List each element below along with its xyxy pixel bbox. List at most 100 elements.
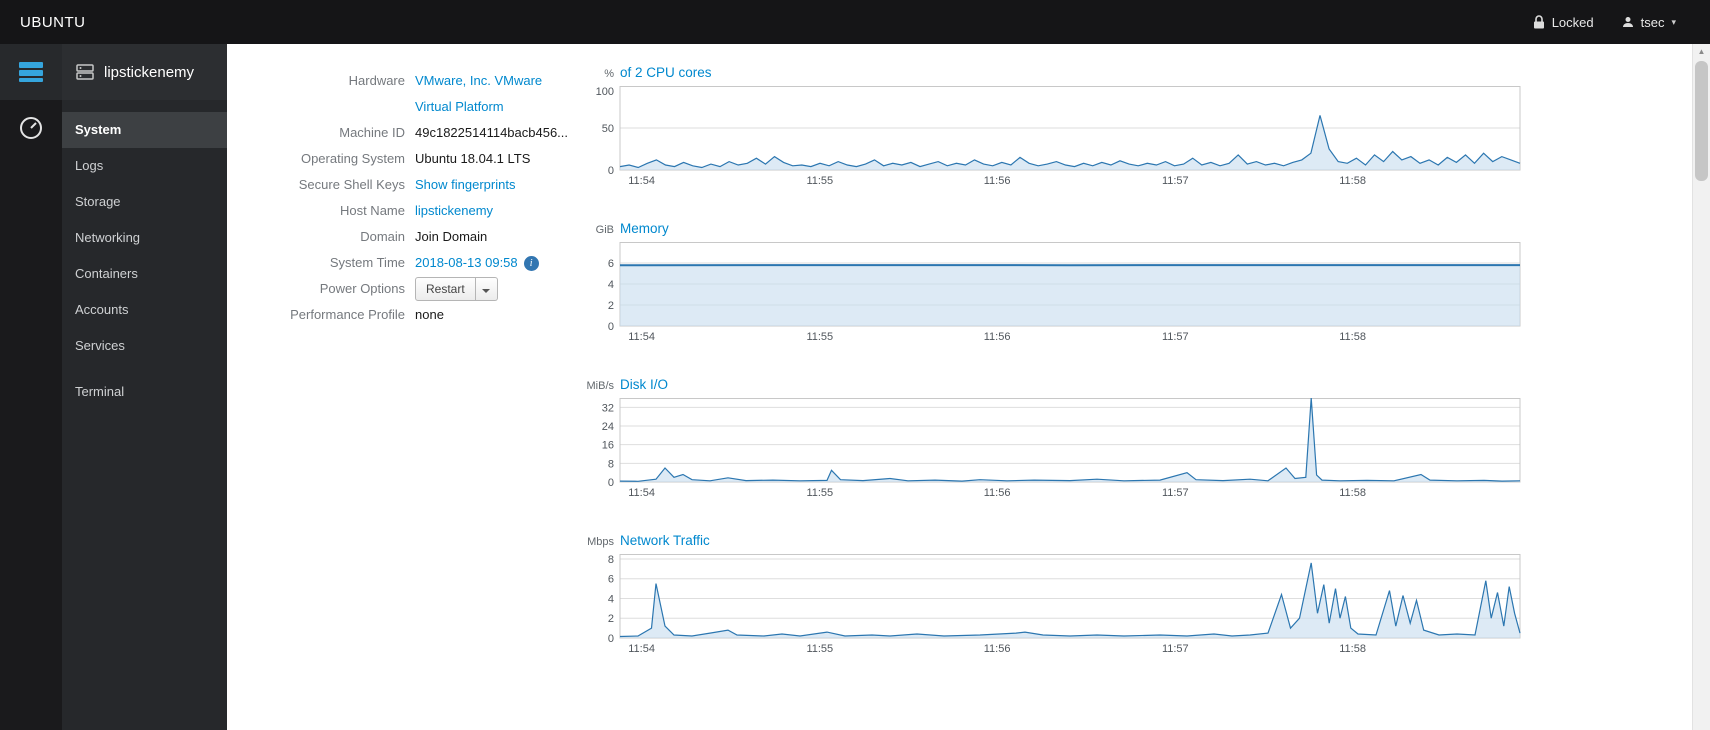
scrollbar-thumb[interactable] (1695, 61, 1708, 181)
power-options-group: Restart (415, 277, 498, 301)
scroll-up-arrow[interactable]: ▲ (1693, 44, 1710, 60)
caret-down-icon: ▾ (1671, 16, 1676, 27)
dashboard-button[interactable] (0, 100, 62, 156)
svg-text:11:55: 11:55 (806, 643, 833, 655)
lock-status[interactable]: Locked (1533, 15, 1594, 30)
charts-panel: % of 2 CPU cores 0 50 100 11:54 11:55 11:56 11:5… (582, 62, 1527, 686)
svg-text:11:54: 11:54 (628, 175, 655, 187)
lock-label: Locked (1551, 14, 1594, 30)
chart-of-2-cpu-cores: % of 2 CPU cores 0 50 100 11:54 11:55 11:56 11:5… (582, 62, 1527, 193)
performance-profile-label: Performance Profile (290, 307, 405, 322)
host-icon (76, 64, 94, 80)
svg-text:6: 6 (608, 258, 614, 270)
sidebar-item-accounts[interactable]: Accounts (62, 292, 227, 328)
hostname-link[interactable]: lipstickenemy (415, 203, 493, 218)
sidebar-item-system[interactable]: System (62, 112, 227, 148)
scrollbar[interactable]: ▲ (1692, 44, 1710, 730)
sidebar-item-storage[interactable]: Storage (62, 184, 227, 220)
user-icon (1622, 17, 1633, 27)
hardware-link[interactable]: VMware, Inc. VMware Virtual Platform (415, 73, 542, 114)
hardware-line2: Virtual Platform (415, 99, 504, 114)
svg-text:11:57: 11:57 (1162, 175, 1189, 187)
info-icon[interactable]: i (523, 256, 539, 272)
svg-text:11:55: 11:55 (806, 175, 833, 187)
svg-text:11:56: 11:56 (984, 175, 1011, 187)
svg-text:11:58: 11:58 (1339, 331, 1366, 343)
svg-text:11:57: 11:57 (1162, 331, 1189, 343)
svg-text:11:58: 11:58 (1339, 487, 1366, 499)
user-menu[interactable]: tsec ▾ (1622, 15, 1676, 30)
host-selector[interactable]: lipstickenemy (62, 44, 227, 100)
host-icon-strip (0, 44, 62, 730)
svg-text:11:57: 11:57 (1162, 487, 1189, 499)
show-fingerprints-link[interactable]: Show fingerprints (415, 177, 515, 192)
svg-text:8: 8 (608, 458, 614, 470)
system-time-link[interactable]: 2018-08-13 09:58 (415, 255, 518, 270)
os-value: Ubuntu 18.04.1 LTS (415, 151, 531, 166)
svg-text:11:55: 11:55 (806, 487, 833, 499)
chart-network-traffic: Mbps Network Traffic 0 2 4 6 8 11:54 11:55 11:56 1… (582, 530, 1527, 661)
svg-text:11:56: 11:56 (984, 331, 1011, 343)
chart-plot-area: 0 2 4 6 8 11:54 11:55 11:56 11:57 11:58 (608, 554, 1521, 655)
svg-text:11:55: 11:55 (806, 331, 833, 343)
svg-text:24: 24 (602, 421, 614, 433)
topbar-right-group: Locked tsec ▾ (1533, 15, 1676, 30)
main-content: Hardware VMware, Inc. VMware Virtual Pla… (227, 44, 1693, 730)
sidebar: lipstickenemy System Logs Storage Networ… (62, 44, 227, 730)
sidebar-menu: System Logs Storage Networking Container… (62, 100, 227, 410)
performance-profile-value: none (415, 307, 444, 322)
hostname-label: Host Name (339, 203, 405, 218)
hardware-value: VMware, Inc. VMware Virtual Platform (415, 68, 542, 120)
svg-text:4: 4 (608, 593, 614, 605)
chart-unit-label: GiB (595, 224, 614, 236)
svg-text:6: 6 (608, 574, 614, 586)
user-name: tsec (1640, 14, 1665, 30)
sidebar-item-logs[interactable]: Logs (62, 148, 227, 184)
svg-text:11:54: 11:54 (628, 487, 655, 499)
top-navbar: UBUNTU Locked tsec ▾ (0, 0, 1710, 44)
svg-text:50: 50 (602, 123, 614, 135)
hardware-label: Hardware (348, 73, 405, 88)
chart-plot-area: 0 50 100 11:54 11:55 11:56 11:57 11:58 (596, 85, 1521, 187)
svg-text:11:54: 11:54 (628, 643, 655, 655)
dashboard-gauge-icon (20, 117, 42, 139)
svg-text:11:58: 11:58 (1339, 643, 1366, 655)
sidebar-item-services[interactable]: Services (62, 328, 227, 364)
sidebar-item-terminal[interactable]: Terminal (62, 374, 227, 410)
server-icon (19, 62, 43, 82)
chart-title-link[interactable]: Disk I/O (620, 377, 668, 392)
power-options-label: Power Options (319, 281, 405, 296)
ssh-keys-label: Secure Shell Keys (298, 177, 405, 192)
svg-text:0: 0 (608, 633, 614, 645)
machine-id-value: 49c1822514114bacb456... (415, 125, 569, 140)
svg-text:11:54: 11:54 (628, 331, 655, 343)
chart-title-link[interactable]: Memory (620, 221, 669, 236)
brand-logo: UBUNTU (20, 13, 86, 31)
os-label: Operating System (300, 151, 405, 166)
host-name: lipstickenemy (104, 63, 195, 81)
sidebar-item-networking[interactable]: Networking (62, 220, 227, 256)
chart-memory: GiB Memory 0 2 4 6 11:54 11:55 11:56 11:57 11:58 (582, 218, 1527, 349)
restart-button[interactable]: Restart (415, 277, 476, 301)
svg-text:11:58: 11:58 (1339, 175, 1366, 187)
system-time-label: System Time (329, 255, 405, 270)
domain-label: Domain (360, 229, 405, 244)
chart-unit-label: Mbps (587, 536, 614, 548)
domain-value[interactable]: Join Domain (415, 224, 487, 250)
chart-title-link[interactable]: of 2 CPU cores (620, 65, 712, 80)
chart-disk-i-o: MiB/s Disk I/O 0 8 16 24 32 11:54 11:55 11:56 11:5… (582, 374, 1527, 505)
svg-text:8: 8 (608, 554, 614, 566)
svg-text:2: 2 (608, 300, 614, 312)
svg-text:16: 16 (602, 440, 614, 452)
svg-text:2: 2 (608, 613, 614, 625)
chart-plot-area: 0 2 4 6 11:54 11:55 11:56 11:57 11:58 (608, 242, 1521, 343)
svg-text:0: 0 (608, 321, 614, 333)
chart-title-link[interactable]: Network Traffic (620, 533, 710, 548)
sidebar-item-containers[interactable]: Containers (62, 256, 227, 292)
machine-id-label: Machine ID (339, 125, 405, 140)
power-options-dropdown-button[interactable] (475, 277, 498, 301)
svg-text:11:56: 11:56 (984, 643, 1011, 655)
host-server-button[interactable] (0, 44, 62, 100)
svg-text:0: 0 (608, 477, 614, 489)
svg-text:0: 0 (608, 165, 614, 177)
